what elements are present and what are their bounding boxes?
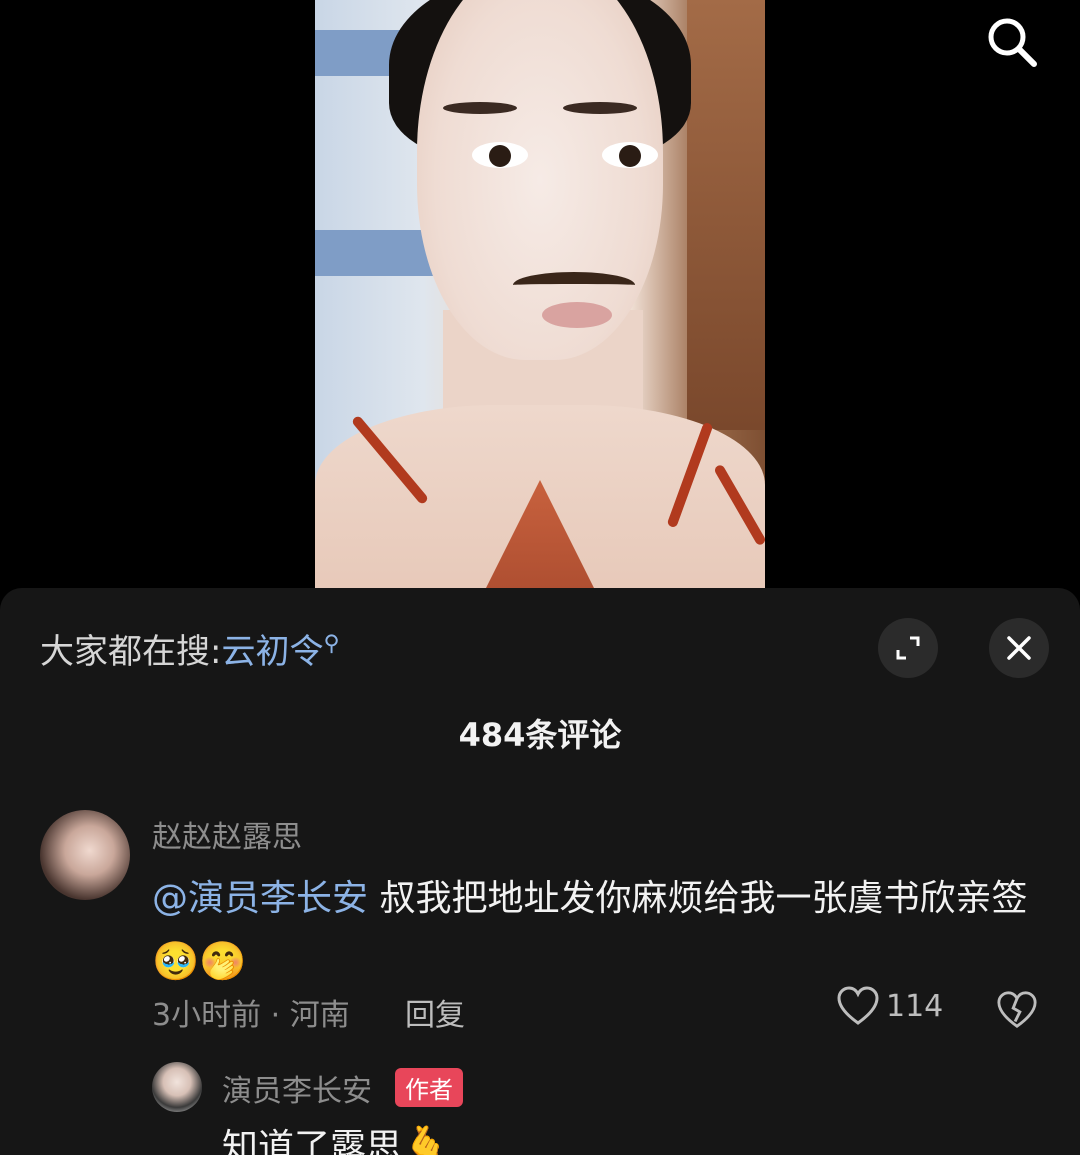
door bbox=[687, 0, 765, 430]
comment-sheet: 大家都在搜:云初令⚲ 484条评论 赵赵赵露思 @演员李长安 叔我把地址发你麻烦… bbox=[0, 588, 1080, 1155]
search-icon bbox=[988, 18, 1037, 67]
comment-body: 叔我把地址发你麻烦给我一张虞书欣亲签 bbox=[368, 878, 1028, 919]
close-icon bbox=[1007, 636, 1031, 660]
like-button[interactable]: 114 bbox=[836, 986, 943, 1026]
author-badge: 作者 bbox=[395, 1068, 463, 1107]
small-search-icon: ⚲ bbox=[323, 631, 340, 657]
reply-text[interactable]: 知道了露思🫰 bbox=[222, 1118, 449, 1155]
comment-username[interactable]: 赵赵赵露思 bbox=[152, 812, 302, 856]
face bbox=[417, 0, 663, 360]
eyebrow bbox=[443, 102, 517, 114]
comment-meta: 3小时前 · 河南 bbox=[152, 998, 350, 1033]
video-area[interactable] bbox=[0, 0, 1080, 588]
search-button[interactable] bbox=[984, 14, 1040, 70]
mustache bbox=[513, 272, 635, 298]
reply-username[interactable]: 演员李长安 bbox=[222, 1066, 372, 1110]
like-count: 114 bbox=[886, 988, 944, 1024]
emoji: 🫰 bbox=[402, 1124, 450, 1155]
close-button[interactable] bbox=[989, 618, 1049, 678]
reply-button[interactable]: 回复 bbox=[405, 990, 465, 1034]
avatar[interactable] bbox=[152, 1062, 202, 1112]
dislike-button[interactable] bbox=[996, 990, 1038, 1034]
trending-prefix: 大家都在搜: bbox=[40, 632, 222, 672]
expand-button[interactable] bbox=[878, 618, 938, 678]
avatar[interactable] bbox=[40, 810, 130, 900]
lips bbox=[542, 302, 612, 328]
heart-icon bbox=[837, 986, 879, 1025]
reply-body: 知道了露思 bbox=[222, 1127, 403, 1155]
video-frame[interactable] bbox=[315, 0, 765, 588]
eyebrow bbox=[563, 102, 637, 114]
comment-text[interactable]: @演员李长安 叔我把地址发你麻烦给我一张虞书欣亲签 🥹🤭 bbox=[152, 868, 1032, 994]
eye bbox=[472, 142, 528, 168]
eye bbox=[602, 142, 658, 168]
emoji: 🥹🤭 bbox=[152, 939, 247, 983]
broken-heart-icon bbox=[997, 991, 1037, 1028]
trending-keyword[interactable]: 云初令 bbox=[221, 632, 323, 672]
comment-count-title: 484条评论 bbox=[458, 716, 622, 754]
expand-icon bbox=[896, 636, 920, 660]
trending-search[interactable]: 大家都在搜:云初令⚲ bbox=[40, 624, 340, 673]
mention-link[interactable]: @演员李长安 bbox=[152, 878, 368, 919]
